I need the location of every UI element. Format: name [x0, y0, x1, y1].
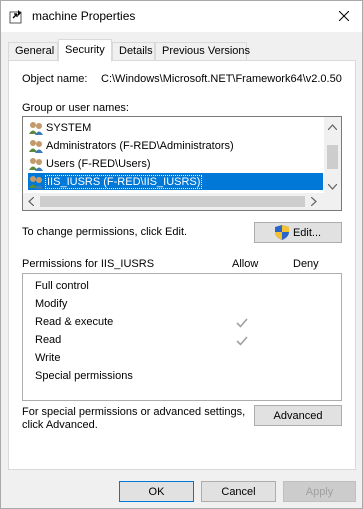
cancel-button[interactable]: Cancel: [201, 481, 276, 502]
change-permissions-hint: To change permissions, click Edit.: [22, 226, 188, 238]
tab-label: Details: [119, 45, 153, 57]
scroll-right-icon[interactable]: [310, 196, 317, 209]
allow-checkmark-icon: [235, 316, 249, 330]
scroll-down-icon[interactable]: [327, 181, 338, 193]
folder-shortcut-icon: [9, 9, 25, 25]
advanced-button-label: Advanced: [273, 409, 323, 422]
list-item-label: Users (F-RED\Users): [46, 157, 151, 170]
permission-name: Read & execute: [35, 316, 114, 328]
permissions-list: Full control Modify Read & execute Read …: [22, 273, 342, 401]
scroll-corner: [324, 193, 341, 210]
allow-checkmark-icon: [235, 334, 249, 348]
list-item-label: IIS_IUSRS (F-RED\IIS_IUSRS): [44, 174, 203, 189]
list-item-system[interactable]: SYSTEM: [28, 119, 91, 136]
list-item-iis-iusrs[interactable]: IIS_IUSRS (F-RED\IIS_IUSRS): [28, 173, 323, 190]
permission-row-full-control: Full control: [35, 280, 335, 297]
permission-name: Write: [35, 352, 61, 364]
list-item-label: Administrators (F-RED\Administrators): [46, 139, 234, 152]
ok-button-label: OK: [148, 485, 165, 498]
close-icon[interactable]: [332, 5, 356, 27]
group-names-label: Group or user names:: [22, 102, 129, 114]
user-group-icon: [28, 120, 44, 136]
deny-column-header: Deny: [293, 258, 319, 270]
user-group-icon: [28, 138, 44, 154]
tab-previous-versions[interactable]: Previous Versions: [155, 42, 251, 61]
user-group-icon: [28, 174, 44, 190]
properties-window: machine Properties General Security Deta…: [0, 0, 363, 509]
permission-name: Full control: [35, 280, 89, 292]
edit-button[interactable]: Edit...: [254, 222, 342, 243]
apply-button[interactable]: Apply: [283, 481, 356, 502]
tab-label: Previous Versions: [162, 45, 251, 57]
apply-button-label: Apply: [305, 485, 334, 498]
permission-name: Special permissions: [35, 370, 133, 382]
permission-row-read: Read: [35, 334, 335, 351]
allow-column-header: Allow: [232, 258, 259, 270]
list-item-users[interactable]: Users (F-RED\Users): [28, 155, 151, 172]
scroll-left-icon[interactable]: [28, 196, 35, 209]
horizontal-scrollbar[interactable]: [23, 193, 324, 210]
permission-row-write: Write: [35, 352, 335, 369]
title-bar: machine Properties: [1, 1, 362, 32]
object-name-label: Object name:: [22, 73, 88, 85]
ok-button[interactable]: OK: [119, 481, 194, 502]
object-name-value: C:\Windows\Microsoft.NET\Framework64\v2.…: [101, 73, 342, 85]
list-item-administrators[interactable]: Administrators (F-RED\Administrators): [28, 137, 234, 154]
permission-row-read-execute: Read & execute: [35, 316, 335, 333]
cancel-button-label: Cancel: [221, 485, 256, 498]
permission-name: Modify: [35, 298, 68, 310]
permission-row-modify: Modify: [35, 298, 335, 315]
advanced-hint-line1: For special permissions or advanced sett…: [22, 406, 246, 418]
edit-button-label: Edit...: [292, 226, 322, 239]
advanced-button[interactable]: Advanced: [254, 405, 342, 426]
tab-label: General: [15, 45, 55, 57]
vertical-scrollbar[interactable]: [324, 117, 341, 193]
tab-details[interactable]: Details: [112, 42, 155, 61]
group-user-list[interactable]: SYSTEM Administrators (F-RED\Administrat…: [22, 116, 342, 211]
security-panel: Object name: C:\Windows\Microsoft.NET\Fr…: [8, 60, 356, 470]
tab-general[interactable]: General: [8, 42, 58, 61]
tab-label: Security: [65, 44, 105, 56]
permission-name: Read: [35, 334, 62, 346]
permission-row-special: Special permissions: [35, 370, 335, 387]
user-group-icon: [28, 156, 44, 172]
uac-shield-icon: [274, 225, 289, 240]
horizontal-scroll-thumb[interactable]: [40, 196, 305, 207]
tab-security[interactable]: Security: [58, 39, 112, 62]
scroll-up-icon[interactable]: [327, 121, 338, 133]
vertical-scroll-thumb[interactable]: [327, 145, 338, 169]
window-title: machine Properties: [32, 9, 136, 23]
advanced-hint-line2: click Advanced.: [22, 419, 98, 431]
permissions-header: Permissions for IIS_IUSRS: [22, 258, 155, 270]
list-item-label: SYSTEM: [46, 121, 92, 134]
